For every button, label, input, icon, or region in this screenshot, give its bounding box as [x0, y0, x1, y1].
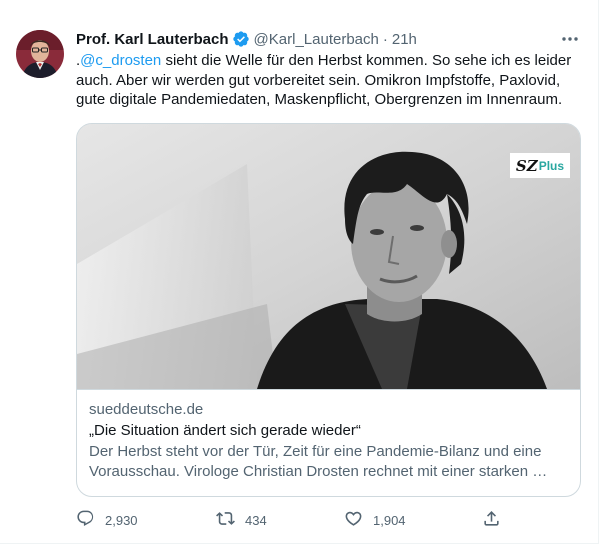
tweet-text: .@c_drosten sieht die Welle für den Herb… — [76, 51, 576, 110]
card-description: Der Herbst steht vor der Tür, Zeit für e… — [89, 443, 548, 480]
retweet-icon — [216, 509, 235, 531]
avatar[interactable] — [16, 30, 64, 78]
share-button[interactable] — [482, 506, 501, 534]
verified-badge-icon — [232, 30, 250, 48]
mention-link[interactable]: @c_drosten — [80, 52, 161, 69]
separator-dot: · — [382, 30, 388, 48]
card-domain: sueddeutsche.de — [89, 401, 204, 418]
sz-badge-label: SZ — [515, 156, 538, 175]
card-image: SZ Plus — [77, 124, 580, 389]
like-button[interactable]: 1,904 — [344, 506, 406, 534]
like-count: 1,904 — [373, 512, 406, 528]
tweet-actions: 2,930 434 1,904 — [72, 506, 512, 534]
retweet-button[interactable]: 434 — [216, 506, 267, 534]
card-meta: sueddeutsche.de „Die Situation ändert si… — [77, 389, 580, 496]
retweet-count: 434 — [245, 512, 267, 528]
author-handle[interactable]: @Karl_Lauterbach — [254, 31, 379, 48]
tweet-header: Prof. Karl Lauterbach @Karl_Lauterbach ·… — [76, 29, 417, 49]
tweet[interactable]: Prof. Karl Lauterbach @Karl_Lauterbach ·… — [0, 0, 599, 544]
sz-plus-badge: SZ Plus — [510, 153, 570, 178]
card-title: „Die Situation ändert sich gerade wieder… — [89, 422, 361, 439]
more-options-icon[interactable] — [560, 30, 580, 48]
share-icon — [482, 509, 501, 531]
plus-badge-label: Plus — [538, 158, 565, 173]
author-name[interactable]: Prof. Karl Lauterbach — [76, 31, 229, 48]
avatar-image — [16, 30, 64, 78]
reply-button[interactable]: 2,930 — [76, 506, 138, 534]
heart-icon — [344, 509, 363, 531]
reply-count: 2,930 — [105, 512, 138, 528]
reply-icon — [76, 509, 95, 531]
link-card[interactable]: SZ Plus sueddeutsche.de „Die Situation än… — [76, 123, 581, 497]
tweet-timestamp[interactable]: 21h — [392, 31, 417, 48]
